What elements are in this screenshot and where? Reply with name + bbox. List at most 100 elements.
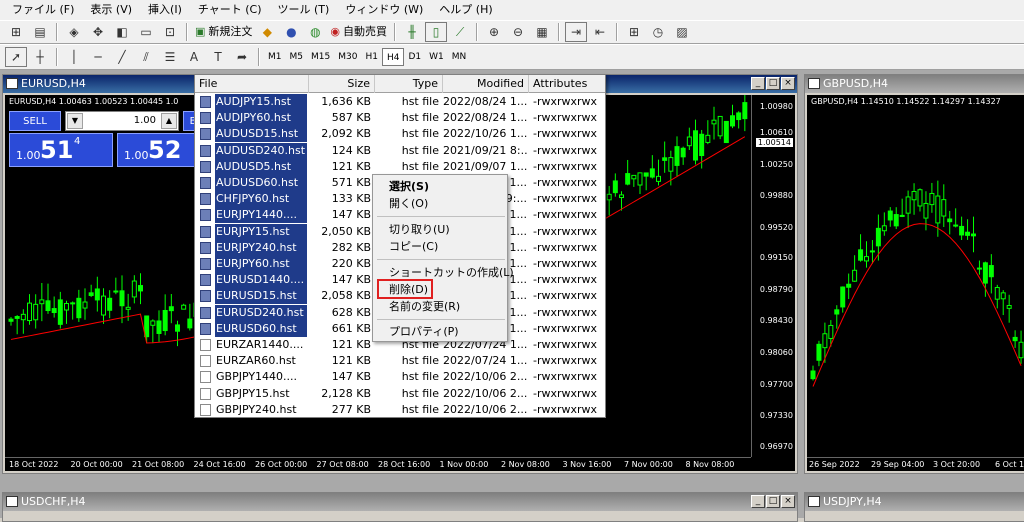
crosshair-icon[interactable]: ┼ [29, 47, 51, 67]
price-axis-label: 0.98790 [759, 285, 793, 294]
candle-body [905, 196, 911, 214]
timeframe-m1[interactable]: M1 [264, 48, 286, 66]
file-row[interactable]: EURZAR60.hst 121 KB hst file 2022/07/24 1..… [195, 353, 605, 369]
column-attributes[interactable]: Attributes [529, 75, 605, 93]
candle-body [887, 210, 893, 221]
candle-body [899, 214, 905, 217]
menu-file[interactable]: ファイル (F) [4, 0, 82, 20]
usdjpy-window-titlebar[interactable]: USDJPY,H4 [805, 493, 1024, 511]
column-file[interactable]: File [195, 75, 309, 93]
tester-icon[interactable]: ⊡ [159, 22, 181, 42]
zoom-in-icon[interactable]: ⊕ [483, 22, 505, 42]
periods-icon[interactable]: ◷ [647, 22, 669, 42]
auto-trading-button[interactable]: ◉ 自動売買 [327, 22, 390, 42]
auto-scroll-icon[interactable]: ⇥ [565, 22, 588, 42]
metaeditor-icon[interactable]: ◆ [256, 22, 278, 42]
file-row[interactable]: AUDUSD5.hst 121 KB hst file 2021/09/07 1...… [195, 158, 605, 175]
navigator-icon[interactable]: ◧ [111, 22, 133, 42]
lot-dropdown-icon[interactable]: ▼ [67, 113, 83, 129]
timeframe-m5[interactable]: M5 [286, 48, 308, 66]
close-button[interactable]: × [781, 77, 795, 90]
menu-item-cut[interactable]: 切り取り(U) [373, 222, 509, 238]
lot-size-input[interactable]: ▼ 1.00 ▲ [65, 111, 179, 131]
line-chart-icon[interactable]: ⟋ [449, 22, 471, 42]
menu-item-copy[interactable]: コピー(C) [373, 239, 509, 255]
vertical-line-icon[interactable]: │ [63, 47, 85, 67]
file-row[interactable]: AUDJPY15.hst 1,636 KB hst file 2022/08/24 1… [195, 94, 605, 110]
terminal-icon[interactable]: ▭ [135, 22, 157, 42]
minimize-button[interactable]: _ [751, 77, 765, 90]
time-axis-label: 8 Nov 08:00 [685, 460, 735, 469]
timeframe-m30[interactable]: M30 [334, 48, 361, 66]
price-axis-label: 1.00250 [759, 160, 793, 169]
candle-body [131, 280, 137, 298]
minimize-button[interactable]: _ [751, 495, 765, 508]
menu-insert[interactable]: 挿入(I) [140, 0, 190, 20]
close-button[interactable]: × [781, 495, 795, 508]
timeframe-h4[interactable]: H4 [381, 48, 405, 66]
zoom-out-icon[interactable]: ⊖ [507, 22, 529, 42]
menu-item-properties[interactable]: プロパティ(P) [373, 324, 509, 340]
sell-button[interactable]: SELL [9, 111, 61, 131]
timeframe-d1[interactable]: D1 [404, 48, 425, 66]
text-label-icon[interactable]: T [207, 47, 229, 67]
file-row[interactable]: GBPJPY240.hst 277 KB hst file 2022/10/06 2.… [195, 402, 605, 417]
tile-windows-icon[interactable]: ▦ [531, 22, 553, 42]
usdchf-window-titlebar[interactable]: USDCHF,H4 _ □ × [3, 493, 797, 511]
chart-shift-icon[interactable]: ⇤ [589, 22, 611, 42]
cursor-icon[interactable]: ➚ [5, 47, 27, 67]
file-row[interactable]: GBPJPY15.hst 2,128 KB hst file 2022/10/06 2… [195, 386, 605, 402]
candle-body [680, 147, 686, 158]
bar-chart-icon[interactable]: ╫ [401, 22, 423, 42]
profiles-icon[interactable]: ▤ [29, 22, 51, 42]
new-order-button[interactable]: ▣ 新規注文 [192, 22, 255, 42]
file-name: EURJPY60.hst [215, 256, 307, 272]
column-modified[interactable]: Modified [443, 75, 529, 93]
templates-icon[interactable]: ▨ [671, 22, 693, 42]
timeframe-w1[interactable]: W1 [425, 48, 448, 66]
new-chart-icon[interactable]: ⊞ [5, 22, 27, 42]
ask-price-box[interactable]: 1.00 52 [117, 133, 205, 167]
signals-icon[interactable]: ● [280, 22, 302, 42]
data-window-icon[interactable]: ✥ [87, 22, 109, 42]
menu-item-open[interactable]: 開く(O) [373, 196, 509, 212]
arrows-icon[interactable]: ➦ [231, 47, 253, 67]
timeframe-m15[interactable]: M15 [307, 48, 334, 66]
file-size: 220 KB [331, 257, 371, 270]
bid-price-box[interactable]: 1.00 51 4 [9, 133, 113, 167]
timeframe-h1[interactable]: H1 [361, 48, 382, 66]
menu-view[interactable]: 表示 (V) [82, 0, 140, 20]
candle-body [988, 265, 994, 278]
timeframe-mn[interactable]: MN [448, 48, 471, 66]
horizontal-line-icon[interactable]: ─ [87, 47, 109, 67]
gbpusd-window-titlebar[interactable]: GBPUSD,H4 [805, 75, 1024, 93]
candle-body [846, 283, 852, 288]
file-icon [200, 355, 211, 368]
text-icon[interactable]: A [183, 47, 205, 67]
menu-tools[interactable]: ツール (T) [270, 0, 338, 20]
file-name: EURJPY240.hst [215, 239, 307, 256]
file-row[interactable]: GBPJPY1440.... 147 KB hst file 2022/10/06 2… [195, 369, 605, 385]
column-type[interactable]: Type [375, 75, 443, 93]
menu-window[interactable]: ウィンドウ (W) [337, 0, 431, 20]
menu-item-rename[interactable]: 名前の変更(R) [373, 299, 509, 315]
market-watch-icon[interactable]: ◈ [63, 22, 85, 42]
fibonacci-icon[interactable]: ☰ [159, 47, 181, 67]
file-row[interactable]: AUDUSD15.hst 2,092 KB hst file 2022/10/26 1… [195, 126, 605, 143]
lot-spin-icon[interactable]: ▲ [161, 113, 177, 129]
channel-icon[interactable]: ⫽ [135, 47, 157, 67]
time-axis-label: 27 Oct 08:00 [316, 460, 369, 469]
candlestick-icon[interactable]: ▯ [425, 22, 448, 42]
maximize-button[interactable]: □ [766, 495, 780, 508]
market-icon[interactable]: ◍ [304, 22, 326, 42]
column-size[interactable]: Size [309, 75, 375, 93]
gbpusd-chart-area[interactable]: GBPUSD,H4 1.14510 1.14522 1.14297 1.1432… [807, 95, 1024, 471]
menu-help[interactable]: ヘルプ (H) [431, 0, 500, 20]
menu-item-select[interactable]: 選択(S) [373, 179, 509, 195]
maximize-button[interactable]: □ [766, 77, 780, 90]
menu-chart[interactable]: チャート (C) [190, 0, 270, 20]
trendline-icon[interactable]: ╱ [111, 47, 133, 67]
file-row[interactable]: AUDJPY60.hst 587 KB hst file 2022/08/24 1..… [195, 110, 605, 127]
indicators-icon[interactable]: ⊞ [623, 22, 645, 42]
file-row[interactable]: AUDUSD240.hst 124 KB hst file 2021/09/21 8:… [195, 142, 605, 159]
